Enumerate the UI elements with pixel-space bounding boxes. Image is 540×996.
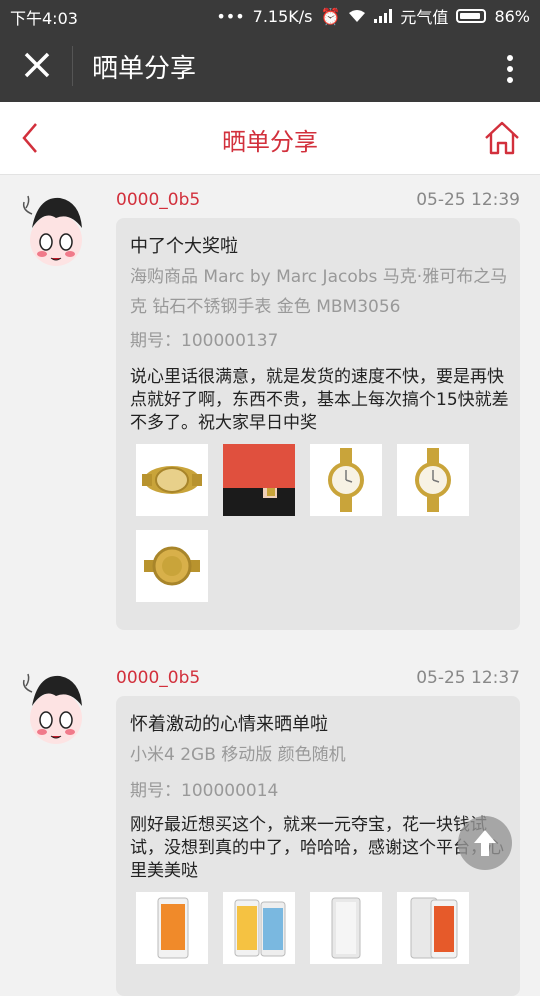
- period-value: 100000137: [181, 331, 279, 351]
- status-bar: 下午4:03 ••• 7.15K/s ⏰ 元气值 86%: [0, 0, 540, 30]
- post-username[interactable]: 0000_0b5: [116, 668, 200, 688]
- period-number: 期号：100000137: [130, 326, 278, 351]
- post-card[interactable]: 中了个大奖啦 海购商品 Marc by Marc Jacobs 马克·雅可布之马…: [116, 218, 520, 630]
- status-dots: •••: [216, 6, 245, 26]
- post-text: 刚好最近想买这个，就来一元夺宝，花一块钱试试，没想到真的中了，哈哈哈，感谢这个平…: [130, 815, 504, 881]
- post-photo[interactable]: [397, 444, 469, 516]
- post-title: 怀着激动的心情来晒单啦: [130, 714, 328, 735]
- post-photo[interactable]: [397, 892, 469, 964]
- avatar[interactable]: [20, 188, 86, 268]
- battery-level: 86%: [494, 6, 530, 26]
- period-value: 100000014: [181, 781, 279, 801]
- network-speed: 7.15K/s: [252, 6, 313, 26]
- wifi-icon: [349, 10, 366, 22]
- avatar[interactable]: [20, 666, 86, 746]
- product-name[interactable]: 小米4 2GB 移动版 颜色随机: [130, 740, 510, 770]
- post-item: 0000_0b5 05-25 12:39 中了个大奖啦 海购商品 Marc by…: [0, 174, 540, 644]
- signal-icon: [374, 9, 393, 23]
- more-icon[interactable]: [506, 52, 514, 83]
- home-icon[interactable]: [482, 118, 522, 158]
- post-title: 中了个大奖啦: [130, 236, 238, 257]
- app-bar: 晒单分享: [0, 30, 540, 102]
- nav-bar: 晒单分享: [0, 102, 540, 175]
- post-item: 0000_0b5 05-25 12:37 怀着激动的心情来晒单啦 小米4 2GB…: [0, 652, 540, 996]
- post-photo[interactable]: [310, 444, 382, 516]
- scroll-to-top-button[interactable]: [458, 816, 512, 870]
- appbar-title: 晒单分享: [92, 54, 197, 84]
- alarm-icon: ⏰: [320, 6, 341, 26]
- battery-icon: [456, 9, 487, 23]
- post-photo[interactable]: [136, 892, 208, 964]
- post-time: 05-25 12:39: [416, 190, 520, 210]
- period-label: 期号：: [130, 331, 181, 351]
- post-username[interactable]: 0000_0b5: [116, 190, 200, 210]
- appbar-divider: [72, 46, 73, 86]
- post-photo[interactable]: [310, 892, 382, 964]
- post-photo[interactable]: [136, 444, 208, 516]
- close-icon[interactable]: [22, 50, 52, 80]
- post-photo[interactable]: [223, 444, 295, 516]
- status-time: 下午4:03: [10, 9, 78, 28]
- period-label: 期号：: [130, 781, 181, 801]
- product-name[interactable]: 海购商品 Marc by Marc Jacobs 马克·雅可布之马克 钻石不锈钢…: [130, 262, 510, 322]
- post-text: 说心里话很满意，就是发货的速度不快，要是再快点就好了啊，东西不贵，基本上每次搞个…: [130, 367, 509, 433]
- post-time: 05-25 12:37: [416, 668, 520, 688]
- period-number: 期号：100000014: [130, 776, 278, 801]
- arrow-up-icon: [474, 830, 496, 856]
- page-title: 晒单分享: [222, 128, 318, 156]
- post-photo[interactable]: [136, 530, 208, 602]
- carrier-label: 元气值: [400, 8, 449, 27]
- post-photo[interactable]: [223, 892, 295, 964]
